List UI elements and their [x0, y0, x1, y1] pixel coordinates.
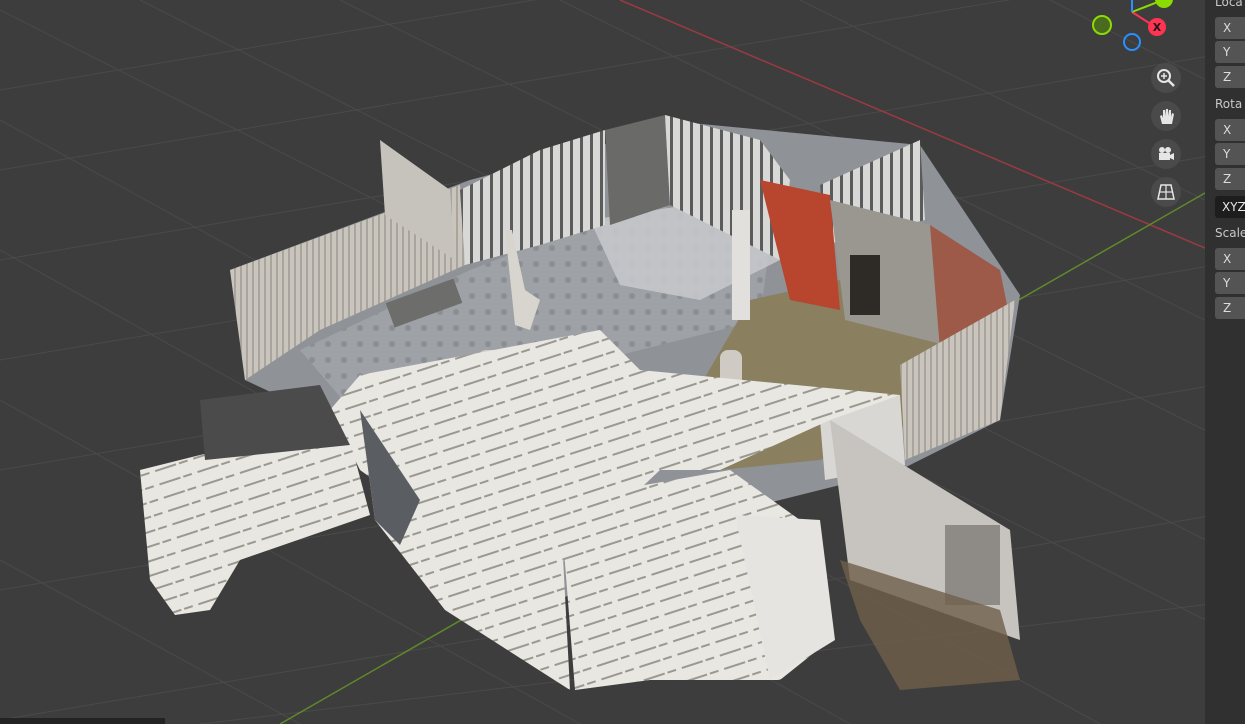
scale-z-field[interactable]: Z: [1215, 297, 1245, 319]
rotation-z-field[interactable]: Z: [1215, 168, 1245, 190]
status-strip: [0, 718, 165, 724]
x-axis-gizmo-icon[interactable]: X: [1148, 18, 1166, 36]
rotation-mode-select[interactable]: XYZ: [1215, 196, 1245, 218]
scale-x-field[interactable]: X: [1215, 248, 1245, 270]
neg-z-axis-gizmo-icon[interactable]: [1123, 33, 1141, 51]
3d-viewport[interactable]: X: [0, 0, 1245, 724]
scale-y-field[interactable]: Y: [1215, 272, 1245, 294]
rotation-y-field[interactable]: Y: [1215, 143, 1245, 165]
rotation-label: Rota: [1215, 97, 1243, 111]
x-axis-label: X: [1152, 20, 1162, 34]
rotation-x-field[interactable]: X: [1215, 119, 1245, 141]
viewport-canvas: [0, 0, 1245, 724]
camera-icon[interactable]: [1151, 139, 1181, 169]
scanned-room-mesh[interactable]: [140, 115, 1020, 690]
navigation-gizmo[interactable]: X: [1085, 0, 1185, 60]
scale-label: Scale: [1215, 226, 1245, 240]
object-properties-panel: Loca X Y Z Rota X Y Z XYZ Scale X Y Z: [1205, 0, 1245, 724]
zoom-icon[interactable]: [1151, 63, 1181, 93]
location-label: Loca: [1215, 0, 1243, 9]
grid-ortho-icon[interactable]: [1151, 177, 1181, 207]
hand-pan-icon[interactable]: [1151, 101, 1181, 131]
location-x-field[interactable]: X: [1215, 17, 1245, 39]
location-y-field[interactable]: Y: [1215, 41, 1245, 63]
location-z-field[interactable]: Z: [1215, 66, 1245, 88]
neg-y-axis-gizmo-icon[interactable]: [1092, 15, 1112, 35]
